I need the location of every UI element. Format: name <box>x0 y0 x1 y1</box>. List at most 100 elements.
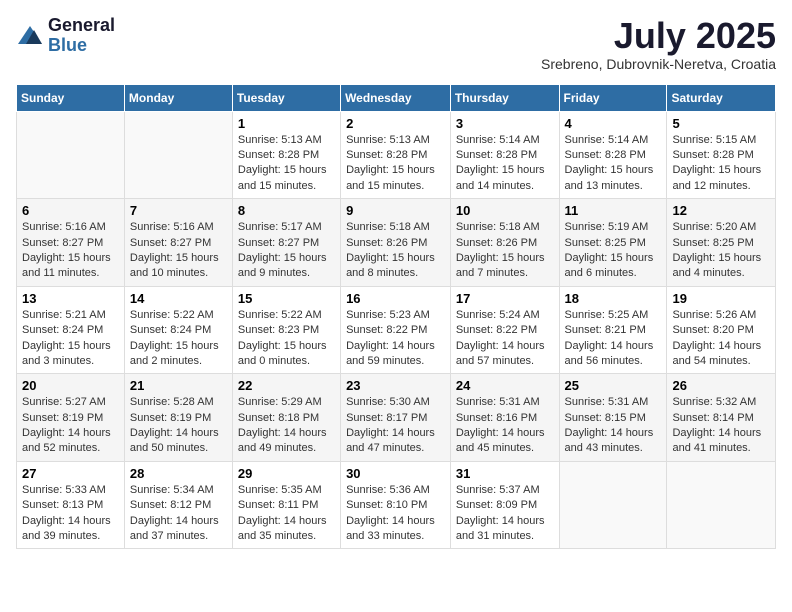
calendar-cell: 11 Sunrise: 5:19 AM Sunset: 8:25 PM Dayli… <box>559 199 667 287</box>
calendar-week-1: 1 Sunrise: 5:13 AM Sunset: 8:28 PM Daylig… <box>17 111 776 199</box>
day-info: Sunrise: 5:18 AM Sunset: 8:26 PM Dayligh… <box>456 220 554 282</box>
calendar-cell: 6 Sunrise: 5:16 AM Sunset: 8:27 PM Daylig… <box>17 199 125 287</box>
calendar-cell: 22 Sunrise: 5:29 AM Sunset: 8:18 PM Dayli… <box>232 374 340 462</box>
calendar-cell: 27 Sunrise: 5:33 AM Sunset: 8:13 PM Dayli… <box>17 461 125 549</box>
calendar-cell: 5Sunrise: 5:15 AM Sunset: 8:28 PM Daylig… <box>667 111 776 199</box>
day-number: 11 <box>565 203 662 218</box>
calendar-cell: 9 Sunrise: 5:18 AM Sunset: 8:26 PM Daylig… <box>341 199 451 287</box>
day-number: 30 <box>346 466 445 481</box>
day-number: 2 <box>346 116 445 131</box>
header-tuesday: Tuesday <box>232 84 340 111</box>
calendar-cell: 20Sunrise: 5:27 AM Sunset: 8:19 PM Dayli… <box>17 374 125 462</box>
calendar-cell: 30 Sunrise: 5:36 AM Sunset: 8:10 PM Dayli… <box>341 461 451 549</box>
day-number: 27 <box>22 466 119 481</box>
day-info: Sunrise: 5:36 AM Sunset: 8:10 PM Dayligh… <box>346 483 445 545</box>
day-number: 19 <box>672 291 770 306</box>
header-wednesday: Wednesday <box>341 84 451 111</box>
day-number: 21 <box>130 378 227 393</box>
day-info: Sunrise: 5:34 AM Sunset: 8:12 PM Dayligh… <box>130 483 227 545</box>
calendar-cell: 1 Sunrise: 5:13 AM Sunset: 8:28 PM Daylig… <box>232 111 340 199</box>
calendar-cell: 3Sunrise: 5:14 AM Sunset: 8:28 PM Daylig… <box>450 111 559 199</box>
day-number: 6 <box>22 203 119 218</box>
day-number: 5 <box>672 116 770 131</box>
day-info: Sunrise: 5:13 AM Sunset: 8:28 PM Dayligh… <box>346 133 445 195</box>
day-number: 25 <box>565 378 662 393</box>
day-number: 8 <box>238 203 335 218</box>
calendar-cell <box>17 111 125 199</box>
day-info: Sunrise: 5:25 AM Sunset: 8:21 PM Dayligh… <box>565 308 662 370</box>
day-number: 17 <box>456 291 554 306</box>
calendar-cell: 23 Sunrise: 5:30 AM Sunset: 8:17 PM Dayli… <box>341 374 451 462</box>
logo-icon <box>16 22 44 50</box>
day-info: Sunrise: 5:22 AM Sunset: 8:24 PM Dayligh… <box>130 308 227 370</box>
logo-blue: Blue <box>48 36 115 56</box>
day-info: Sunrise: 5:33 AM Sunset: 8:13 PM Dayligh… <box>22 483 119 545</box>
day-info: Sunrise: 5:21 AM Sunset: 8:24 PM Dayligh… <box>22 308 119 370</box>
calendar-cell: 10Sunrise: 5:18 AM Sunset: 8:26 PM Dayli… <box>450 199 559 287</box>
day-number: 16 <box>346 291 445 306</box>
day-info: Sunrise: 5:31 AM Sunset: 8:15 PM Dayligh… <box>565 395 662 457</box>
calendar-week-5: 27 Sunrise: 5:33 AM Sunset: 8:13 PM Dayli… <box>17 461 776 549</box>
calendar-week-4: 20Sunrise: 5:27 AM Sunset: 8:19 PM Dayli… <box>17 374 776 462</box>
logo-text: General Blue <box>48 16 115 56</box>
day-number: 23 <box>346 378 445 393</box>
day-info: Sunrise: 5:13 AM Sunset: 8:28 PM Dayligh… <box>238 133 335 195</box>
day-info: Sunrise: 5:18 AM Sunset: 8:26 PM Dayligh… <box>346 220 445 282</box>
day-info: Sunrise: 5:31 AM Sunset: 8:16 PM Dayligh… <box>456 395 554 457</box>
calendar-cell: 29Sunrise: 5:35 AM Sunset: 8:11 PM Dayli… <box>232 461 340 549</box>
day-info: Sunrise: 5:24 AM Sunset: 8:22 PM Dayligh… <box>456 308 554 370</box>
calendar-cell: 13Sunrise: 5:21 AM Sunset: 8:24 PM Dayli… <box>17 286 125 374</box>
day-info: Sunrise: 5:35 AM Sunset: 8:11 PM Dayligh… <box>238 483 335 545</box>
calendar-cell: 17 Sunrise: 5:24 AM Sunset: 8:22 PM Dayli… <box>450 286 559 374</box>
logo-general: General <box>48 16 115 36</box>
day-info: Sunrise: 5:17 AM Sunset: 8:27 PM Dayligh… <box>238 220 335 282</box>
day-number: 4 <box>565 116 662 131</box>
day-info: Sunrise: 5:28 AM Sunset: 8:19 PM Dayligh… <box>130 395 227 457</box>
calendar-cell: 12Sunrise: 5:20 AM Sunset: 8:25 PM Dayli… <box>667 199 776 287</box>
day-info: Sunrise: 5:37 AM Sunset: 8:09 PM Dayligh… <box>456 483 554 545</box>
day-number: 1 <box>238 116 335 131</box>
day-number: 15 <box>238 291 335 306</box>
title-block: July 2025 Srebreno, Dubrovnik-Neretva, C… <box>541 16 776 72</box>
calendar-cell: 26 Sunrise: 5:32 AM Sunset: 8:14 PM Dayli… <box>667 374 776 462</box>
calendar-cell: 15 Sunrise: 5:22 AM Sunset: 8:23 PM Dayli… <box>232 286 340 374</box>
day-info: Sunrise: 5:23 AM Sunset: 8:22 PM Dayligh… <box>346 308 445 370</box>
calendar-cell: 24Sunrise: 5:31 AM Sunset: 8:16 PM Dayli… <box>450 374 559 462</box>
calendar-cell: 19Sunrise: 5:26 AM Sunset: 8:20 PM Dayli… <box>667 286 776 374</box>
day-number: 22 <box>238 378 335 393</box>
header-thursday: Thursday <box>450 84 559 111</box>
day-info: Sunrise: 5:22 AM Sunset: 8:23 PM Dayligh… <box>238 308 335 370</box>
day-number: 9 <box>346 203 445 218</box>
calendar-cell <box>124 111 232 199</box>
page-header: General Blue July 2025 Srebreno, Dubrovn… <box>16 16 776 72</box>
day-number: 14 <box>130 291 227 306</box>
header-sunday: Sunday <box>17 84 125 111</box>
calendar-cell: 18 Sunrise: 5:25 AM Sunset: 8:21 PM Dayli… <box>559 286 667 374</box>
calendar-table: SundayMondayTuesdayWednesdayThursdayFrid… <box>16 84 776 550</box>
calendar-cell: 2 Sunrise: 5:13 AM Sunset: 8:28 PM Daylig… <box>341 111 451 199</box>
day-number: 26 <box>672 378 770 393</box>
day-number: 28 <box>130 466 227 481</box>
day-info: Sunrise: 5:29 AM Sunset: 8:18 PM Dayligh… <box>238 395 335 457</box>
day-info: Sunrise: 5:20 AM Sunset: 8:25 PM Dayligh… <box>672 220 770 282</box>
day-info: Sunrise: 5:16 AM Sunset: 8:27 PM Dayligh… <box>22 220 119 282</box>
header-saturday: Saturday <box>667 84 776 111</box>
calendar-cell <box>667 461 776 549</box>
day-info: Sunrise: 5:32 AM Sunset: 8:14 PM Dayligh… <box>672 395 770 457</box>
calendar-cell: 8 Sunrise: 5:17 AM Sunset: 8:27 PM Daylig… <box>232 199 340 287</box>
calendar-week-2: 6 Sunrise: 5:16 AM Sunset: 8:27 PM Daylig… <box>17 199 776 287</box>
calendar-cell: 25 Sunrise: 5:31 AM Sunset: 8:15 PM Dayli… <box>559 374 667 462</box>
calendar-header-row: SundayMondayTuesdayWednesdayThursdayFrid… <box>17 84 776 111</box>
header-friday: Friday <box>559 84 667 111</box>
calendar-cell: 7Sunrise: 5:16 AM Sunset: 8:27 PM Daylig… <box>124 199 232 287</box>
month-title: July 2025 <box>541 16 776 56</box>
day-info: Sunrise: 5:19 AM Sunset: 8:25 PM Dayligh… <box>565 220 662 282</box>
calendar-cell: 16 Sunrise: 5:23 AM Sunset: 8:22 PM Dayli… <box>341 286 451 374</box>
day-number: 18 <box>565 291 662 306</box>
day-info: Sunrise: 5:16 AM Sunset: 8:27 PM Dayligh… <box>130 220 227 282</box>
calendar-cell: 21 Sunrise: 5:28 AM Sunset: 8:19 PM Dayli… <box>124 374 232 462</box>
day-info: Sunrise: 5:30 AM Sunset: 8:17 PM Dayligh… <box>346 395 445 457</box>
calendar-cell: 31Sunrise: 5:37 AM Sunset: 8:09 PM Dayli… <box>450 461 559 549</box>
calendar-cell: 14 Sunrise: 5:22 AM Sunset: 8:24 PM Dayli… <box>124 286 232 374</box>
location: Srebreno, Dubrovnik-Neretva, Croatia <box>541 56 776 72</box>
